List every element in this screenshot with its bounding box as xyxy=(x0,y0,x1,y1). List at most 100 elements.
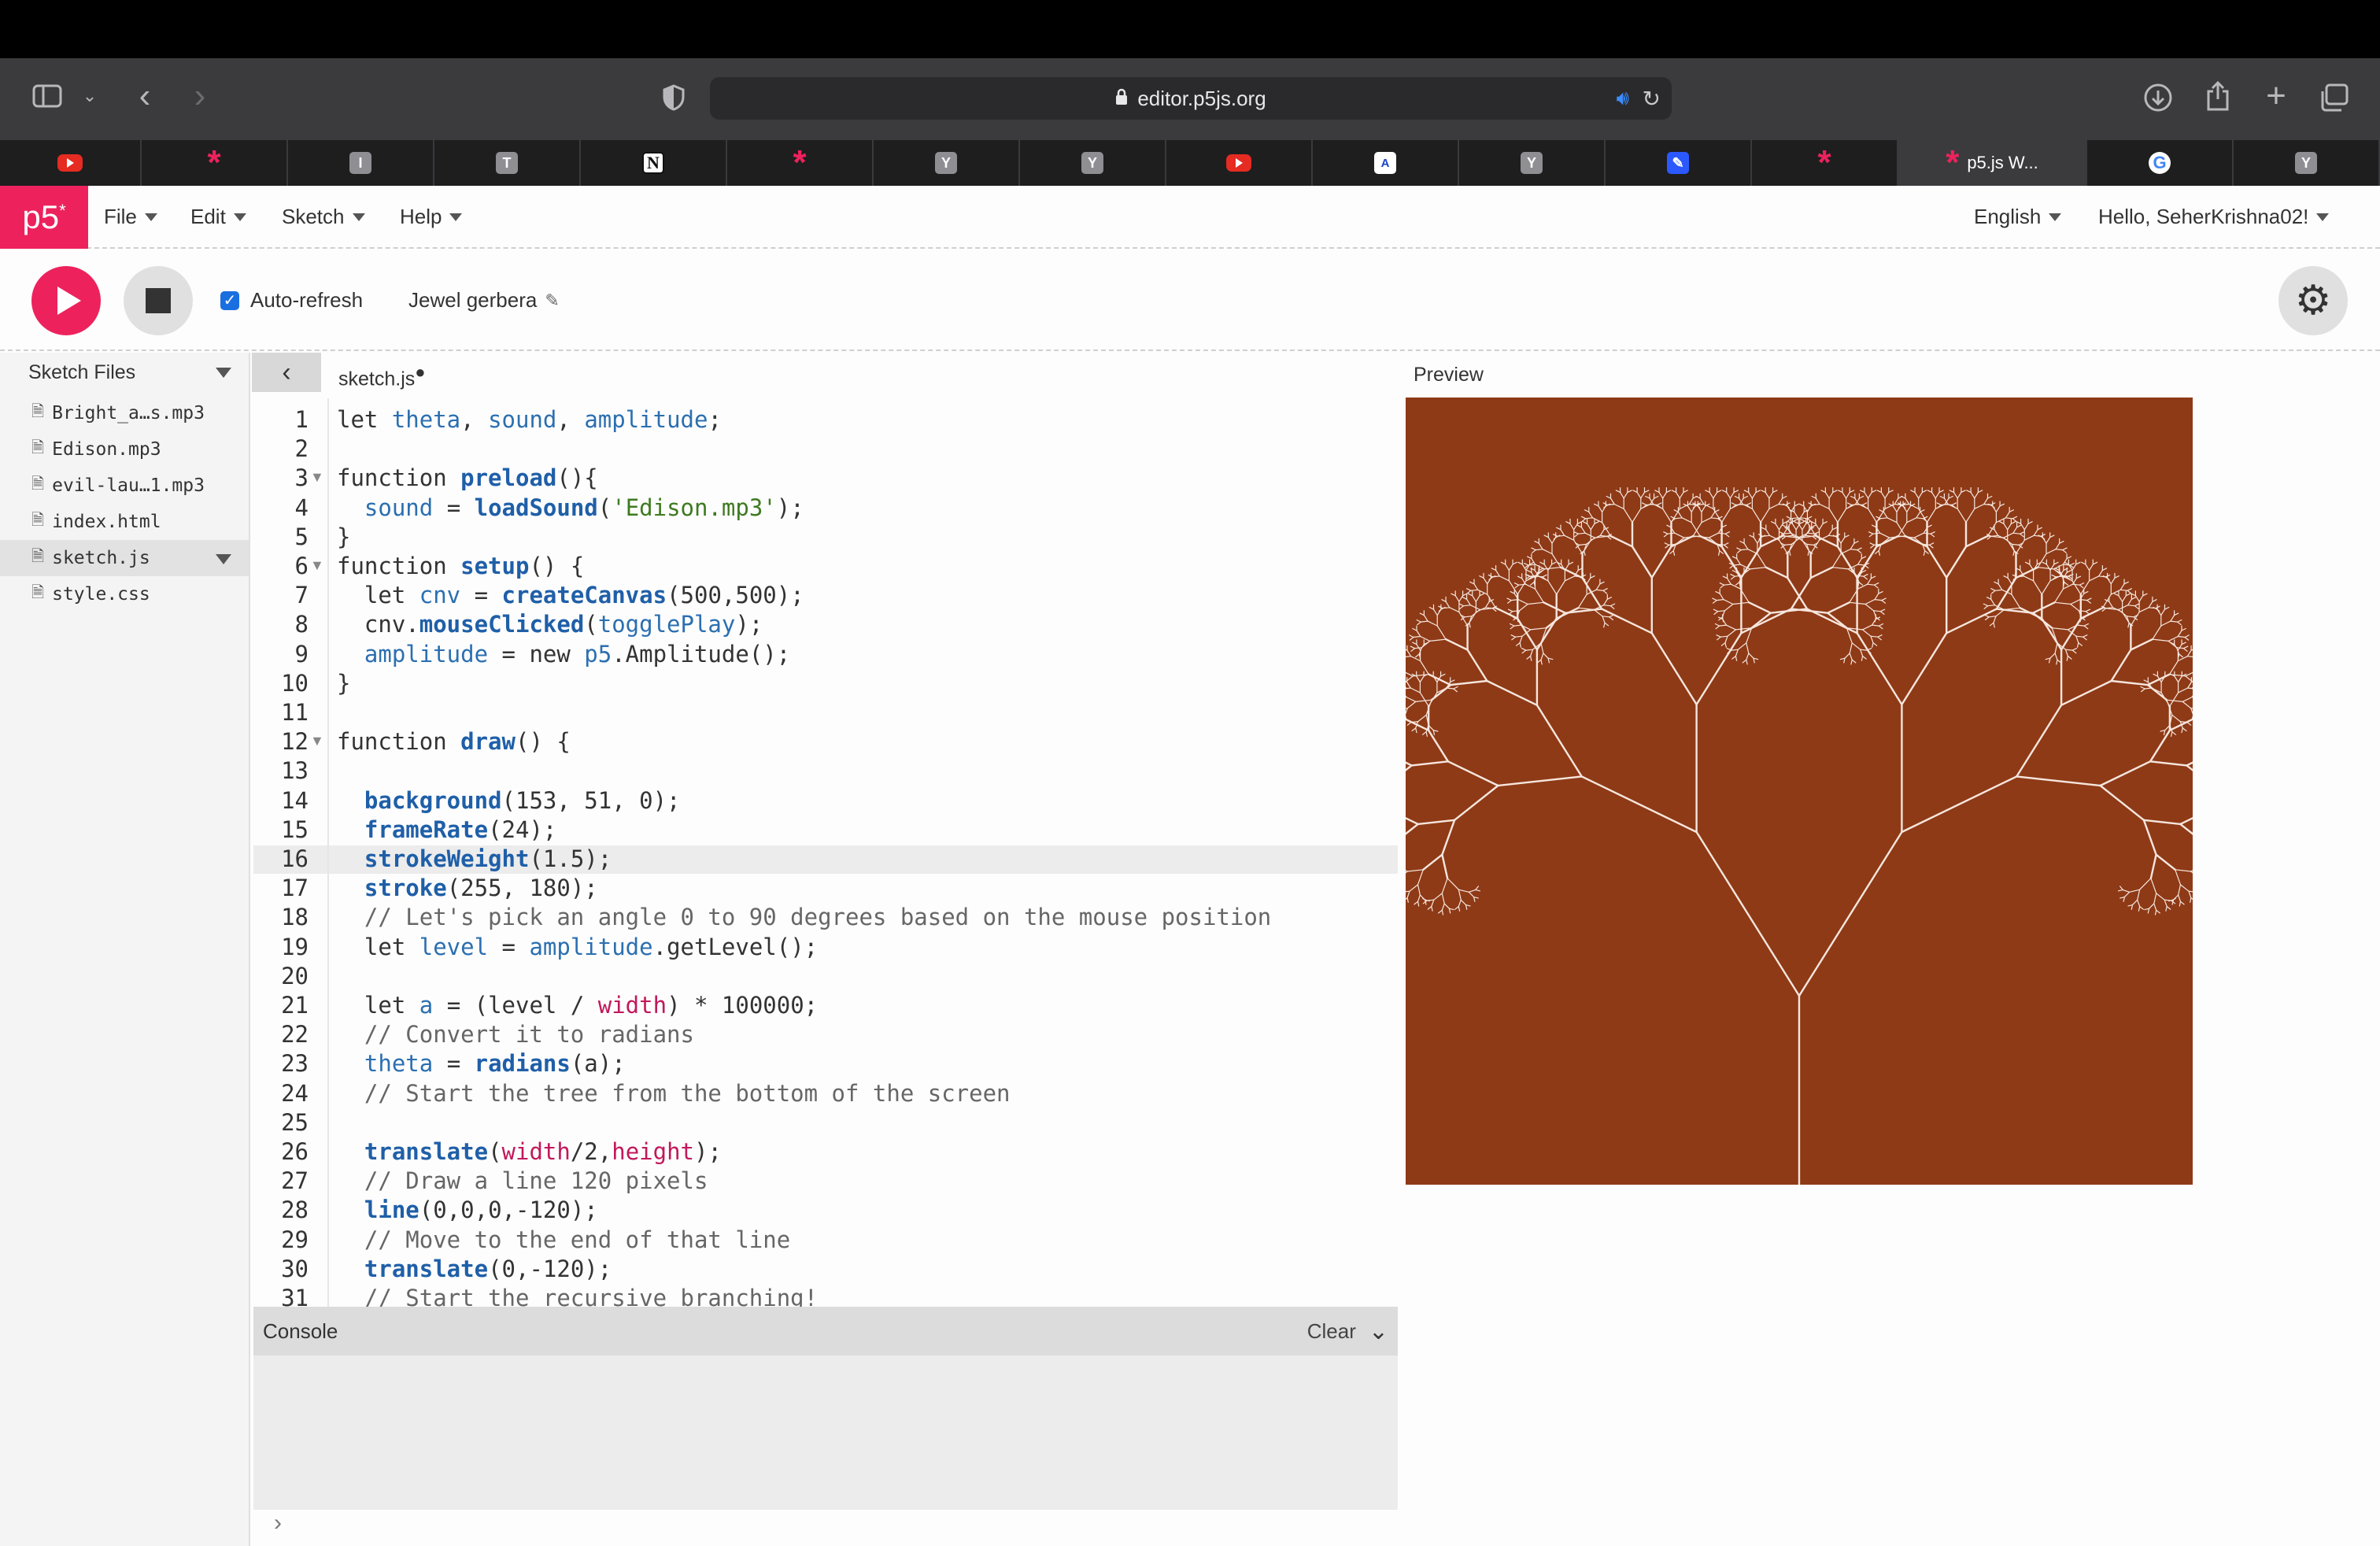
browser-tab[interactable]: * xyxy=(1752,140,1898,186)
share-icon[interactable] xyxy=(2201,79,2235,113)
browser-tab[interactable]: * xyxy=(142,140,288,186)
file-item[interactable]: 🗎︎ index.html xyxy=(0,504,249,540)
code-editor[interactable]: 1 2 3 ▼ 4 5 6 ▼ 7 8 9 10 11 12 ▼ 13 14 15 16 17 18 19 20 21 22 23… xyxy=(253,398,1398,1307)
code-token: translate xyxy=(364,1255,489,1282)
tab-overview-icon[interactable] xyxy=(2317,80,2352,115)
checkbox-checked-icon[interactable]: ✓ xyxy=(220,290,239,310)
code-line[interactable]: // Start the tree from the bottom of the… xyxy=(337,1080,1011,1107)
console-clear-button[interactable]: Clear xyxy=(1307,1319,1356,1344)
browser-tab[interactable]: * xyxy=(727,140,874,186)
code-line[interactable]: theta = radians(a); xyxy=(337,1050,626,1077)
code-line[interactable]: stroke(255, 180); xyxy=(337,875,598,901)
browser-tab[interactable]: ✎ xyxy=(1606,140,1752,186)
user-menu[interactable]: Hello, SeherKrishna02! xyxy=(2098,205,2330,229)
menu-file[interactable]: File xyxy=(104,205,157,229)
audio-playing-icon[interactable]: 🔊︎ xyxy=(1617,86,1629,111)
code-line[interactable]: frameRate(24); xyxy=(337,816,556,843)
browser-tab[interactable]: I xyxy=(288,140,434,186)
collapse-sidebar-button[interactable]: ‹ xyxy=(252,353,321,392)
code-line[interactable]: sound = loadSound('Edison.mp3'); xyxy=(337,494,804,521)
code-line[interactable]: line(0,0,0,-120); xyxy=(337,1196,598,1223)
file-item[interactable]: 🗎︎ Bright_a…s.mp3 xyxy=(0,395,249,431)
forward-icon[interactable]: › xyxy=(186,76,214,115)
file-icon: 🗎︎ xyxy=(31,583,45,601)
pencil-icon[interactable]: ✎ xyxy=(545,290,559,311)
code-token: , xyxy=(460,406,489,433)
reload-icon[interactable]: ↻ xyxy=(1643,86,1661,112)
code-line[interactable]: function draw() { xyxy=(337,728,571,755)
code-line[interactable]: translate(0,-120); xyxy=(337,1256,612,1282)
code-line[interactable]: let a = (level / width) * 100000; xyxy=(337,992,818,1019)
console-input[interactable]: › xyxy=(253,1510,1398,1546)
chevron-down-icon[interactable]: ⌄ xyxy=(79,82,101,110)
code-line[interactable]: let cnv = createCanvas(500,500); xyxy=(337,582,804,608)
auto-refresh-toggle[interactable]: ✓ Auto-refresh xyxy=(220,288,363,313)
menu-bar: p5 * File Edit Sketch Help English Hello,… xyxy=(0,186,2380,249)
sidebar-header[interactable]: Sketch Files xyxy=(0,353,249,392)
console-output xyxy=(253,1356,1398,1510)
browser-tab[interactable]: Y xyxy=(2234,140,2380,186)
browser-tab[interactable]: G xyxy=(2087,140,2234,186)
code-line[interactable]: translate(width/2,height); xyxy=(337,1138,722,1165)
code-token: cnv. xyxy=(337,611,419,638)
browser-tab[interactable]: * p5.js W... xyxy=(1898,140,2087,186)
browser-tab[interactable]: A xyxy=(1313,140,1459,186)
address-bar[interactable]: editor.p5js.org 🔊︎ ↻ xyxy=(710,77,1672,120)
code-line[interactable]: strokeWeight(1.5); xyxy=(337,845,612,872)
code-line[interactable]: amplitude = new p5.Amplitude(); xyxy=(337,641,790,668)
browser-tab[interactable]: N xyxy=(581,140,727,186)
line-number: 20 xyxy=(281,962,309,989)
file-options-icon[interactable] xyxy=(216,554,231,564)
code-line[interactable]: // Move to the end of that line xyxy=(337,1226,790,1253)
browser-tab[interactable]: Y xyxy=(1459,140,1606,186)
code-line[interactable]: function setup() { xyxy=(337,553,584,579)
code-line[interactable]: let theta, sound, amplitude; xyxy=(337,406,722,433)
file-item[interactable]: 🗎︎ style.css xyxy=(0,576,249,612)
code-line[interactable]: background(153, 51, 0); xyxy=(337,787,681,814)
code-line[interactable]: } xyxy=(337,523,350,550)
download-icon[interactable] xyxy=(2141,80,2175,115)
play-button[interactable] xyxy=(31,266,101,335)
language-menu[interactable]: English xyxy=(1974,205,2062,229)
chevron-down-icon[interactable]: ⌄ xyxy=(1369,1318,1388,1345)
privacy-shield-icon[interactable] xyxy=(658,82,689,113)
code-line[interactable]: // Convert it to radians xyxy=(337,1021,694,1048)
file-item[interactable]: 🗎︎ evil-lau…1.mp3 xyxy=(0,468,249,504)
fold-arrow-icon[interactable]: ▼ xyxy=(310,733,324,749)
code-line[interactable]: // Let's pick an angle 0 to 90 degrees b… xyxy=(337,904,1271,930)
file-tab[interactable]: sketch.js● xyxy=(338,362,426,390)
browser-tab[interactable] xyxy=(0,140,142,186)
code-token: = (level / xyxy=(433,992,598,1019)
preview-canvas[interactable] xyxy=(1352,398,2246,1186)
back-icon[interactable]: ‹ xyxy=(131,76,159,115)
browser-tab[interactable]: Y xyxy=(1020,140,1166,186)
fold-arrow-icon[interactable]: ▼ xyxy=(310,469,324,486)
stop-button[interactable] xyxy=(124,266,193,335)
fold-arrow-icon[interactable]: ▼ xyxy=(310,557,324,574)
browser-tab[interactable]: T xyxy=(434,140,581,186)
browser-tab[interactable]: Y xyxy=(874,140,1020,186)
new-tab-icon[interactable]: + xyxy=(2259,76,2293,115)
file-item[interactable]: 🗎︎ Edison.mp3 xyxy=(0,431,249,468)
sidebar-toggle-icon[interactable] xyxy=(30,79,65,113)
file-item[interactable]: 🗎︎ sketch.js xyxy=(0,540,249,576)
code-token: /2, xyxy=(570,1138,612,1165)
menu-sketch[interactable]: Sketch xyxy=(282,205,365,229)
menu-help[interactable]: Help xyxy=(400,205,463,229)
menu-edit[interactable]: Edit xyxy=(190,205,246,229)
p5-star-icon: * xyxy=(207,143,221,182)
chevron-down-icon[interactable] xyxy=(216,367,231,378)
p5-logo[interactable]: p5 * xyxy=(0,186,88,249)
browser-tab[interactable] xyxy=(1166,140,1313,186)
code-token: width xyxy=(597,992,667,1019)
code-line[interactable]: // Draw a line 120 pixels xyxy=(337,1167,708,1194)
sketch-name[interactable]: Jewel gerbera ✎ xyxy=(408,288,560,313)
code-line[interactable]: // Start the recursive branching! xyxy=(337,1285,818,1307)
code-line[interactable]: function preload(){ xyxy=(337,464,598,491)
code-line[interactable]: cnv.mouseClicked(togglePlay); xyxy=(337,611,763,638)
settings-gear-button[interactable]: ⚙ xyxy=(2278,266,2348,335)
code-line[interactable]: } xyxy=(337,670,350,697)
code-line[interactable]: let level = amplitude.getLevel(); xyxy=(337,934,818,960)
